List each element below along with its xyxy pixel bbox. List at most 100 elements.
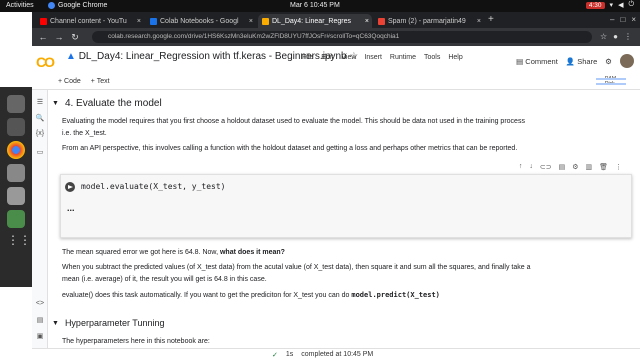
app-menu[interactable]: Google Chrome xyxy=(48,2,107,9)
add-code-button[interactable]: + Code xyxy=(58,78,81,85)
reload-icon[interactable]: ↻ xyxy=(70,32,80,43)
activities-button[interactable]: Activities xyxy=(6,2,34,9)
section-heading-hyperparameter[interactable]: ▼ Hyperparameter Tunning xyxy=(52,318,165,328)
youtube-icon xyxy=(40,17,47,25)
tab-gmail[interactable]: Spam (2) - parmarjatin49 × xyxy=(374,14,484,28)
status-bar: ✓ 1s completed at 10:45 PM xyxy=(32,348,640,360)
tab-label: DL_Day4: Linear_Regres xyxy=(272,17,351,25)
minimize-icon[interactable]: – xyxy=(610,15,614,24)
chrome-dock-icon[interactable] xyxy=(7,141,25,159)
window-controls: – □ × xyxy=(610,15,636,24)
colab-logo[interactable]: CO xyxy=(36,54,55,70)
notebook-content: ▼ 4. Evaluate the model Evaluating the m… xyxy=(48,90,640,348)
tab-colab-notebooks[interactable]: Colab Notebooks - Googl × xyxy=(146,14,256,28)
tab-dl-day4[interactable]: DL_Day4: Linear_Regres × xyxy=(258,14,372,28)
section-heading[interactable]: ▼ 4. Evaluate the model xyxy=(52,98,162,109)
paragraph-hyperparams: The hyperparameters here in this noteboo… xyxy=(62,338,210,345)
run-cell-button[interactable] xyxy=(65,182,75,192)
terminal-icon[interactable] xyxy=(7,118,25,136)
profile-icon[interactable]: ● xyxy=(613,32,618,41)
browser-toolbar: ← → ↻ 🔒 colab.research.google.com/drive/… xyxy=(32,28,640,46)
comment-button[interactable]: ▤ Comment xyxy=(516,57,558,66)
new-tab-button[interactable]: + xyxy=(488,14,494,25)
menu-insert[interactable]: Insert xyxy=(364,54,382,61)
paragraph-mse: The mean squared error we got here is 64… xyxy=(62,249,285,256)
cell-toolbar: + Code + Text xyxy=(58,78,110,85)
system-top-bar: Activities Google Chrome Mar 6 10:45 PM … xyxy=(0,0,640,12)
section-title: 4. Evaluate the model xyxy=(64,98,162,109)
cell-output[interactable]: ... xyxy=(67,203,75,213)
more-menu-icon[interactable]: ⋮ xyxy=(624,32,632,41)
tab-label: Channel content - YouTu xyxy=(50,17,127,25)
menu-tools[interactable]: Tools xyxy=(424,54,440,61)
variables-icon[interactable]: {x} xyxy=(32,130,48,137)
code-cell[interactable]: ↑ ↓ ⊂⊃ ▤ ⚙ ▥ 🗑 ⋮ model.evaluate(X_test, … xyxy=(60,163,632,238)
more-icon[interactable]: ⋮ xyxy=(615,163,622,171)
comment-cell-icon[interactable]: ▤ xyxy=(559,163,566,171)
volume-icon: ◀ xyxy=(618,2,624,9)
code-editor[interactable]: model.evaluate(X_test, y_test) xyxy=(81,182,226,191)
close-tab-icon[interactable]: × xyxy=(137,18,141,25)
app-name: Google Chrome xyxy=(58,2,108,9)
section-title: Hyperparameter Tunning xyxy=(64,318,165,328)
apps-grid-icon[interactable]: ⋮⋮ xyxy=(7,233,31,251)
menu-runtime[interactable]: Runtime xyxy=(390,54,416,61)
system-tray[interactable]: 4:30 ▾ ◀ ⏻ xyxy=(585,1,634,9)
address-bar[interactable]: colab.research.google.com/drive/1HS6KszM… xyxy=(92,31,592,43)
paragraph-explanation: When you subtract the predicted values (… xyxy=(62,264,531,283)
colab-icon xyxy=(262,17,269,25)
terminal-app-icon[interactable] xyxy=(7,95,25,113)
avatar[interactable] xyxy=(620,54,634,68)
close-tab-icon[interactable]: × xyxy=(249,18,253,25)
link-icon[interactable]: ⊂⊃ xyxy=(540,163,552,171)
terminal-icon[interactable]: ▣ xyxy=(32,332,48,340)
collapse-icon[interactable]: ▼ xyxy=(52,320,59,327)
tab-label: Spam (2) - parmarjatin49 xyxy=(388,17,466,25)
cell-actions: ↑ ↓ ⊂⊃ ▤ ⚙ ▥ 🗑 ⋮ xyxy=(515,163,625,171)
tab-youtube[interactable]: Channel content - YouTu × xyxy=(36,14,144,28)
share-button[interactable]: 👤 Share xyxy=(566,57,597,66)
collapse-icon[interactable]: ▼ xyxy=(52,100,59,107)
mirror-cell-icon[interactable]: ▥ xyxy=(585,163,592,171)
chrome-icon xyxy=(48,2,55,9)
close-window-icon[interactable]: × xyxy=(631,15,636,24)
files-icon[interactable] xyxy=(7,164,25,182)
close-tab-icon[interactable]: × xyxy=(477,18,481,25)
paragraph-evaluate: Evaluating the model requires that you f… xyxy=(62,118,525,137)
maximize-icon[interactable]: □ xyxy=(620,15,625,24)
tab-label: Colab Notebooks - Googl xyxy=(160,17,239,25)
settings-cell-icon[interactable]: ⚙ xyxy=(572,163,578,171)
menu-bar: File Edit View Insert Runtime Tools Help xyxy=(302,54,463,61)
back-icon[interactable]: ← xyxy=(38,32,48,42)
menu-edit[interactable]: Edit xyxy=(321,54,333,61)
disk-bar xyxy=(596,83,626,85)
files-icon[interactable]: ▭ xyxy=(32,148,48,156)
share-icon: 👤 xyxy=(565,56,576,66)
delete-icon[interactable]: 🗑 xyxy=(599,163,608,171)
menu-help[interactable]: Help xyxy=(448,54,462,61)
left-rail: ☰ 🔍 {x} ▭ <> ▤ ▣ xyxy=(32,90,48,348)
add-text-button[interactable]: + Text xyxy=(91,78,110,85)
code-snippets-icon[interactable]: <> xyxy=(32,300,48,307)
network-icon: ▾ xyxy=(609,2,614,9)
command-palette-icon[interactable]: ▤ xyxy=(32,316,48,324)
toc-icon[interactable]: ☰ xyxy=(32,98,48,106)
move-up-icon[interactable]: ↑ xyxy=(519,163,523,171)
trash-icon[interactable] xyxy=(7,210,25,228)
dock: ⋮⋮ xyxy=(0,87,32,287)
gmail-icon xyxy=(378,17,385,25)
completed-text: completed at 10:45 PM xyxy=(301,351,374,358)
menu-view[interactable]: View xyxy=(341,54,356,61)
move-down-icon[interactable]: ↓ xyxy=(529,163,533,171)
drive-file-icon: ▲ xyxy=(66,51,76,62)
paragraph-predict: evaluate() does this task automatically.… xyxy=(62,291,440,299)
bookmark-star-icon[interactable]: ☆ xyxy=(600,32,607,41)
menu-file[interactable]: File xyxy=(302,54,313,61)
settings-icon[interactable]: ⚙ xyxy=(605,57,612,66)
forward-icon[interactable]: → xyxy=(54,32,64,42)
system-clock[interactable]: Mar 6 10:45 PM xyxy=(290,2,340,9)
close-tab-icon[interactable]: × xyxy=(365,18,369,25)
document-icon[interactable] xyxy=(7,187,25,205)
search-icon[interactable]: 🔍 xyxy=(32,114,48,122)
comment-icon: ▤ xyxy=(516,56,524,66)
